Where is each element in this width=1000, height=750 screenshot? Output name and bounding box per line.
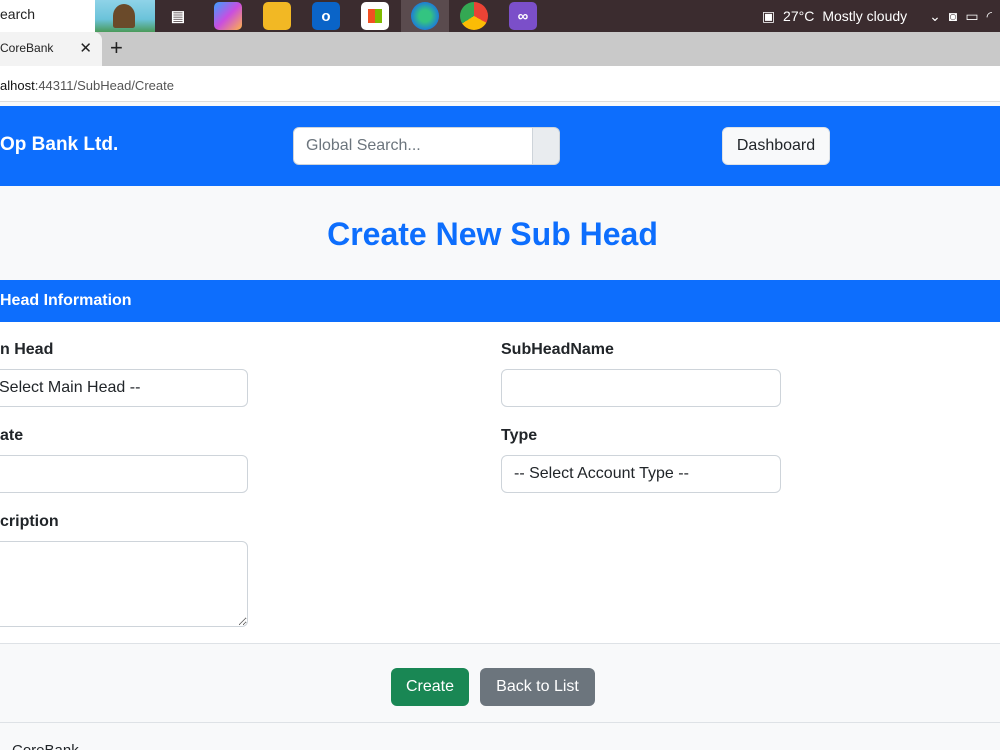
windows-taskbar: earch ▤ o ∞ ▣ 27°C Mostly cloudy ⌄ ◙ ▭ ◜ bbox=[0, 0, 1000, 32]
browser-tab[interactable]: CoreBank ✕ bbox=[0, 32, 102, 66]
file-explorer-icon[interactable] bbox=[263, 2, 291, 30]
subhead-name-label: SubHeadName bbox=[501, 341, 614, 358]
battery-icon[interactable]: ▭ bbox=[965, 8, 978, 25]
taskbar-search-label: earch bbox=[0, 6, 36, 22]
global-search-input[interactable] bbox=[293, 127, 533, 165]
outlook-icon[interactable]: o bbox=[312, 2, 340, 30]
chevron-up-icon[interactable]: ⌄ bbox=[929, 8, 941, 25]
weather-desc[interactable]: Mostly cloudy bbox=[822, 8, 907, 24]
tab-title: CoreBank bbox=[0, 41, 54, 55]
search-highlight-image bbox=[95, 0, 155, 32]
address-bar[interactable]: alhost:44311/SubHead/Create bbox=[0, 66, 1000, 102]
description-textarea[interactable] bbox=[0, 541, 248, 627]
weather-icon[interactable]: ▣ bbox=[762, 8, 775, 25]
search-button[interactable] bbox=[533, 127, 560, 165]
global-search-group bbox=[293, 127, 560, 165]
brand-name[interactable]: Op Bank Ltd. bbox=[0, 134, 118, 156]
meet-now-icon[interactable]: ◙ bbox=[949, 8, 957, 24]
main-head-select[interactable]: Select Main Head -- bbox=[0, 369, 248, 407]
close-tab-icon[interactable]: ✕ bbox=[79, 39, 92, 57]
create-button[interactable]: Create bbox=[391, 668, 469, 706]
dashboard-button[interactable]: Dashboard bbox=[722, 127, 830, 165]
account-type-select[interactable]: -- Select Account Type -- bbox=[501, 455, 781, 493]
system-tray: ▣ 27°C Mostly cloudy ⌄ ◙ ▭ ◜ bbox=[762, 0, 1000, 32]
new-tab-button[interactable]: + bbox=[110, 35, 123, 61]
url-text[interactable]: alhost:44311/SubHead/Create bbox=[0, 78, 174, 93]
url-path: :44311/SubHead/Create bbox=[34, 78, 174, 93]
weather-temp[interactable]: 27°C bbox=[783, 8, 814, 24]
description-label: cription bbox=[0, 513, 59, 530]
chrome-icon[interactable] bbox=[460, 2, 488, 30]
microsoft-store-icon[interactable] bbox=[361, 2, 389, 30]
wifi-icon[interactable]: ◜ bbox=[987, 8, 992, 25]
type-label: Type bbox=[501, 427, 538, 444]
main-head-label: n Head bbox=[0, 341, 54, 358]
edge-icon[interactable] bbox=[411, 2, 439, 30]
date-input[interactable] bbox=[0, 455, 248, 493]
visual-studio-icon[interactable]: ∞ bbox=[509, 2, 537, 30]
taskbar-search-box[interactable]: earch bbox=[0, 0, 155, 32]
footer-text: CoreBank bbox=[12, 742, 79, 750]
card-header: Head Information bbox=[0, 280, 1000, 322]
date-label: ate bbox=[0, 427, 24, 444]
url-host: alhost bbox=[0, 78, 35, 93]
account-type-selected-value: -- Select Account Type -- bbox=[514, 465, 689, 482]
browser-tab-strip: CoreBank ✕ + bbox=[0, 32, 1000, 66]
task-view-icon[interactable]: ▤ bbox=[164, 2, 192, 30]
copilot-icon[interactable] bbox=[214, 2, 242, 30]
footer-divider bbox=[0, 722, 1000, 723]
page-title: Create New Sub Head bbox=[327, 216, 658, 252]
main-head-selected-value: Select Main Head -- bbox=[0, 379, 141, 396]
subhead-name-input[interactable] bbox=[501, 369, 781, 407]
back-to-list-button[interactable]: Back to List bbox=[480, 668, 595, 706]
